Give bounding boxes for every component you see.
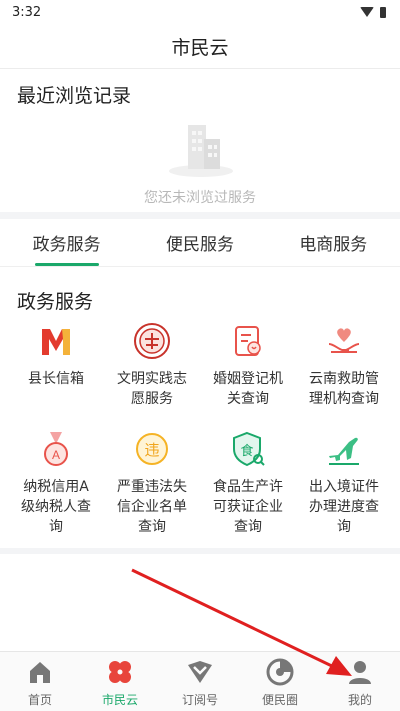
service-label: 出入境证件办理进度查询 xyxy=(309,479,379,535)
marriage-registry-icon xyxy=(228,321,268,361)
circle-icon xyxy=(266,658,294,686)
empty-state-text: 您还未浏览过服务 xyxy=(144,190,256,206)
service-label: 食品生产许可获证企业查询 xyxy=(213,479,283,535)
service-tax-credit[interactable]: A 纳税信用A级纳税人查询 xyxy=(8,425,104,553)
violation-icon: 违 xyxy=(132,429,172,469)
service-county-mailbox[interactable]: 县长信箱 xyxy=(8,317,104,425)
service-exit-entry[interactable]: 出入境证件办理进度查询 xyxy=(296,425,392,553)
empty-buildings-icon xyxy=(169,125,233,177)
gov-services-title: 政务服务 xyxy=(17,291,94,313)
battery-icon xyxy=(380,6,386,18)
svg-text:违: 违 xyxy=(144,441,159,459)
airplane-icon xyxy=(324,429,364,469)
wifi-icon xyxy=(360,7,374,17)
tax-medal-icon: A xyxy=(36,429,76,469)
service-label: 云南救助管理机构查询 xyxy=(309,371,379,407)
county-mailbox-icon xyxy=(36,321,76,361)
tabbar-label: 首页 xyxy=(27,693,52,707)
tabbar-item-mine[interactable]: 我的 xyxy=(320,652,400,711)
tabbar-item-subscription[interactable]: 订阅号 xyxy=(160,652,240,711)
tab-convenience-services[interactable]: 便民服务 xyxy=(133,219,266,266)
volunteer-badge-icon xyxy=(132,321,172,361)
tabbar-item-convenience-circle[interactable]: 便民圈 xyxy=(240,652,320,711)
tabbar-label: 便民圈 xyxy=(261,693,298,707)
service-label: 纳税信用A级纳税人查询 xyxy=(21,479,91,535)
tabbar-label: 市民云 xyxy=(101,693,138,707)
status-icons xyxy=(360,6,386,18)
service-marriage-registry[interactable]: 婚姻登记机关查询 xyxy=(200,317,296,425)
service-label: 严重违法失信企业名单查询 xyxy=(117,479,187,535)
page-title: 市民云 xyxy=(171,36,229,59)
svg-text:A: A xyxy=(52,448,60,462)
services-grid-row-2: A 纳税信用A级纳税人查询 违 严重违法失信企业名单查询 食 食品生产许可获证企… xyxy=(0,425,400,553)
content-bottom-divider xyxy=(0,548,400,554)
svg-text:食: 食 xyxy=(240,443,253,459)
tabbar-label: 订阅号 xyxy=(181,693,218,707)
service-label: 婚姻登记机关查询 xyxy=(213,371,283,407)
home-icon xyxy=(26,658,54,686)
service-violation-list[interactable]: 违 严重违法失信企业名单查询 xyxy=(104,425,200,553)
recent-title: 最近浏览记录 xyxy=(17,85,132,107)
service-label: 县长信箱 xyxy=(28,371,84,387)
services-grid-row-1: 县长信箱 文明实践志愿服务 婚姻登记机关查询 云南救助管理机构查询 xyxy=(0,317,400,425)
service-volunteer[interactable]: 文明实践志愿服务 xyxy=(104,317,200,425)
clover-icon xyxy=(106,658,134,686)
app-header: 市民云 xyxy=(0,24,400,68)
rescue-hands-icon xyxy=(324,321,364,361)
status-time: 3:32 xyxy=(12,4,42,20)
food-license-icon: 食 xyxy=(228,429,268,469)
recent-section: 最近浏览记录 您还未浏览过服务 xyxy=(0,69,400,212)
profile-icon xyxy=(346,658,374,686)
section-divider xyxy=(0,212,400,219)
service-tabs: 政务服务 便民服务 电商服务 xyxy=(0,219,400,266)
service-label: 文明实践志愿服务 xyxy=(117,371,187,407)
bottom-tab-bar: 首页 市民云 订阅号 便民圈 我的 xyxy=(0,651,400,711)
service-food-license[interactable]: 食 食品生产许可获证企业查询 xyxy=(200,425,296,553)
tabbar-item-citizen-cloud[interactable]: 市民云 xyxy=(80,652,160,711)
tabbar-label: 我的 xyxy=(347,693,372,707)
tabbar-item-home[interactable]: 首页 xyxy=(0,652,80,711)
service-rescue-agency[interactable]: 云南救助管理机构查询 xyxy=(296,317,392,425)
subscription-icon xyxy=(186,658,214,686)
tab-government-services[interactable]: 政务服务 xyxy=(0,219,133,266)
tab-ecommerce-services[interactable]: 电商服务 xyxy=(267,219,400,266)
status-bar: 3:32 xyxy=(0,0,400,24)
